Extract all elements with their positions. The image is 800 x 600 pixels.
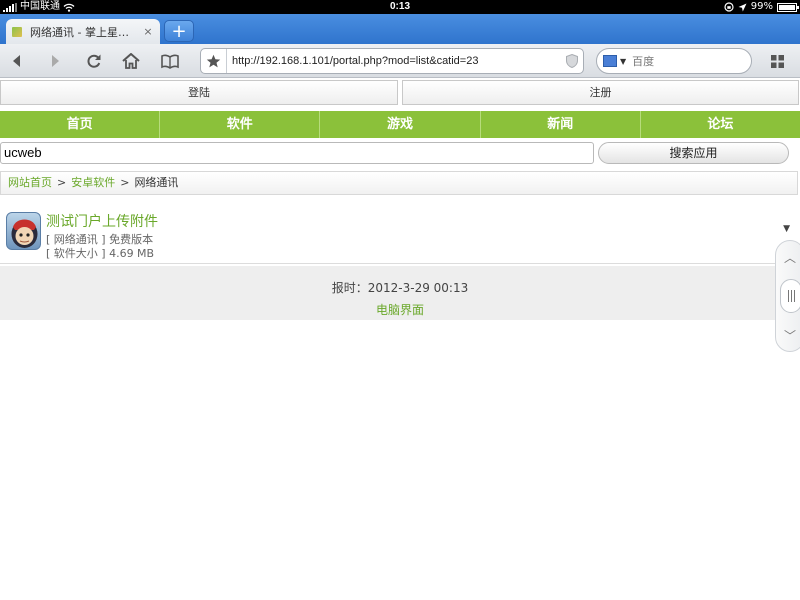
item-size: [ 软件大小 ] 4.69 MB [46, 247, 155, 260]
battery-percent: 99% [750, 1, 773, 12]
address-bar[interactable]: http://192.168.1.101/portal.php?mod=list… [200, 48, 584, 74]
server-time: 报时：2012-3-29 00:13 [331, 281, 469, 295]
main-nav: 首页 软件 游戏 新闻 论坛 [0, 111, 800, 138]
status-time: 0:13 [389, 1, 410, 12]
shield-icon [566, 54, 578, 68]
status-bar: 中国联通 0:13 99% [0, 0, 800, 14]
refresh-icon [87, 54, 101, 68]
forward-button[interactable] [42, 49, 68, 73]
new-tab-button[interactable]: + [164, 20, 194, 42]
app-search-row: ucweb 搜索应用 [0, 142, 800, 166]
breadcrumb-home-link[interactable]: 网站首页 [8, 176, 52, 189]
battery-icon [777, 2, 799, 12]
desktop-view-link[interactable]: 电脑界面 [0, 301, 800, 318]
nav-item-software[interactable]: 软件 [160, 111, 321, 138]
rotation-lock-icon [724, 2, 734, 12]
tab-close-button[interactable]: × [142, 25, 154, 38]
bookmarks-button[interactable] [157, 49, 183, 73]
back-icon [13, 55, 20, 67]
nav-item-games[interactable]: 游戏 [320, 111, 481, 138]
menu-button[interactable] [764, 49, 790, 73]
account-row: 登陆 注册 [0, 80, 800, 106]
page-scroll-control[interactable]: ︿ ﹀ [775, 240, 800, 352]
scroll-down-icon[interactable]: ﹀ [776, 327, 800, 344]
list-item[interactable]: 测试门户上传附件 [ 网络通讯 ] 免费版本 [ 软件大小 ] 4.69 MB … [0, 206, 800, 264]
nav-item-forum[interactable]: 论坛 [641, 111, 800, 138]
home-icon [122, 53, 140, 69]
scroll-grip-handle[interactable] [780, 279, 800, 313]
browser-tab[interactable]: 网络通讯 - 掌上星… × [6, 19, 160, 44]
search-engine-icon[interactable] [603, 55, 617, 67]
refresh-button[interactable] [81, 49, 107, 73]
breadcrumb-separator: > [57, 176, 67, 189]
grid-menu-icon [770, 54, 784, 68]
breadcrumb-current: 网络通讯 [134, 176, 179, 189]
login-button[interactable]: 登陆 [0, 80, 398, 105]
tab-strip: 网络通讯 - 掌上星… × + [0, 14, 800, 44]
search-apps-button[interactable]: 搜索应用 [598, 142, 789, 164]
bookmarks-icon [161, 54, 179, 69]
tab-title: 网络通讯 - 掌上星… [30, 25, 129, 39]
register-button[interactable]: 注册 [402, 80, 799, 105]
search-box[interactable]: ▼ [596, 48, 752, 74]
search-input[interactable] [632, 54, 743, 68]
item-title-link[interactable]: 测试门户上传附件 [46, 211, 158, 231]
back-button[interactable] [4, 49, 30, 73]
breadcrumb: 网站首页 > 安卓软件 > 网络通讯 [0, 171, 798, 195]
expand-arrow-icon[interactable]: ▼ [783, 224, 790, 234]
bookmark-star-button[interactable] [201, 49, 227, 73]
breadcrumb-category-link[interactable]: 安卓软件 [71, 176, 115, 189]
nav-item-news[interactable]: 新闻 [481, 111, 641, 138]
page-footer: 报时：2012-3-29 00:13 电脑界面 [0, 266, 800, 320]
favicon-icon [12, 26, 22, 37]
security-shield[interactable] [561, 54, 583, 68]
url-text[interactable]: http://192.168.1.101/portal.php?mod=list… [227, 55, 561, 67]
screen: 中国联通 0:13 99% 网络通讯 - 掌上星… × + http://192… [0, 0, 800, 600]
browser-toolbar: http://192.168.1.101/portal.php?mod=list… [0, 44, 800, 78]
chevron-down-icon[interactable]: ▼ [620, 57, 626, 66]
star-icon [206, 54, 221, 67]
nav-item-home[interactable]: 首页 [0, 111, 161, 138]
app-search-input[interactable]: ucweb [0, 142, 594, 164]
forward-icon [52, 55, 59, 67]
scroll-up-icon[interactable]: ︿ [776, 249, 800, 266]
home-button[interactable] [118, 49, 144, 73]
status-right: 99% [724, 0, 799, 14]
breadcrumb-separator: > [120, 176, 130, 189]
app-icon[interactable] [6, 212, 41, 250]
location-arrow-icon [738, 3, 747, 11]
